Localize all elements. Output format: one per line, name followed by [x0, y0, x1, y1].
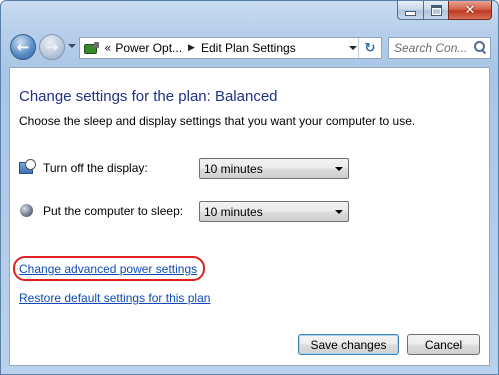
display-timeout-dropdown[interactable]: 10 minutes — [199, 158, 349, 179]
sleep-timeout-dropdown[interactable]: 10 minutes — [199, 201, 349, 222]
recent-pages-dropdown[interactable] — [68, 44, 76, 48]
address-history-dropdown[interactable] — [349, 46, 357, 50]
search-box[interactable] — [388, 37, 491, 59]
back-arrow-icon: ← — [16, 38, 30, 56]
caption-buttons: ✕ — [397, 1, 492, 20]
breadcrumb-separator-icon[interactable]: ▶ — [188, 43, 195, 53]
close-icon: ✕ — [464, 2, 476, 18]
page-title: Change settings for the plan: Balanced — [19, 88, 278, 105]
search-icon[interactable] — [474, 41, 488, 55]
display-timer-icon — [19, 159, 36, 176]
change-advanced-settings-link[interactable]: Change advanced power settings — [19, 262, 197, 276]
page-description: Choose the sleep and display settings th… — [19, 114, 416, 128]
maximize-button[interactable] — [423, 1, 448, 20]
address-bar[interactable]: « Power Opt... ▶ Edit Plan Settings ↻ — [79, 37, 382, 59]
content-pane: Change settings for the plan: Balanced C… — [9, 67, 490, 366]
sleep-setting-label: Put the computer to sleep: — [43, 204, 184, 218]
sleep-moon-icon — [19, 203, 35, 219]
close-button[interactable]: ✕ — [448, 1, 492, 20]
sleep-timeout-value: 10 minutes — [204, 204, 263, 219]
sleep-setting-row: Put the computer to sleep: — [19, 200, 183, 222]
search-input[interactable] — [394, 41, 474, 55]
power-options-icon — [83, 40, 101, 56]
display-setting-label: Turn off the display: — [43, 161, 148, 175]
display-timeout-value: 10 minutes — [204, 161, 263, 176]
control-panel-window: ✕ ← → « Power Opt... ▶ Edit Plan Setting… — [0, 0, 499, 375]
refresh-icon: ↻ — [364, 40, 376, 56]
chevron-down-icon — [335, 210, 343, 214]
maximize-icon — [430, 4, 442, 16]
chevron-down-icon — [335, 167, 343, 171]
restore-defaults-link[interactable]: Restore default settings for this plan — [19, 291, 210, 305]
display-setting-row: Turn off the display: — [19, 157, 148, 179]
forward-arrow-icon: → — [45, 38, 59, 56]
navigation-bar: ← → « Power Opt... ▶ Edit Plan Settings … — [1, 31, 498, 63]
cancel-button[interactable]: Cancel — [407, 334, 480, 355]
breadcrumb-overflow-chevron[interactable]: « — [104, 41, 111, 55]
breadcrumb-power-options[interactable]: Power Opt... — [115, 41, 182, 55]
minimize-button[interactable] — [397, 1, 423, 20]
refresh-button[interactable]: ↻ — [358, 38, 381, 58]
breadcrumb-edit-plan-settings[interactable]: Edit Plan Settings — [201, 41, 296, 55]
back-button[interactable]: ← — [10, 34, 36, 60]
save-changes-button[interactable]: Save changes — [298, 334, 399, 355]
minimize-icon — [405, 10, 416, 16]
forward-button[interactable]: → — [39, 34, 65, 60]
